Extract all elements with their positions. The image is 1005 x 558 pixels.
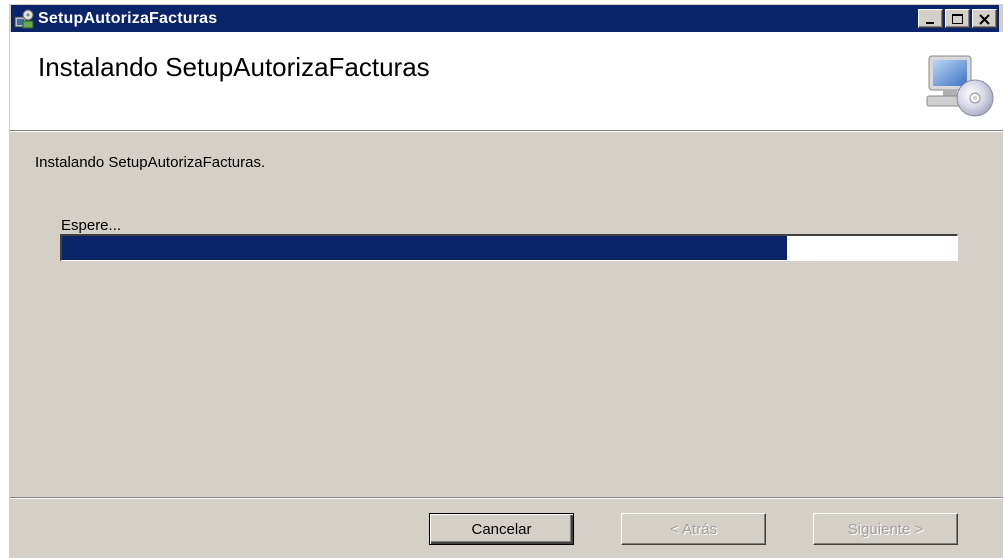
window-title: SetupAutorizaFacturas bbox=[38, 9, 218, 27]
page-title: Instalando SetupAutorizaFacturas bbox=[38, 52, 430, 82]
title-bar[interactable]: SetupAutorizaFacturas bbox=[11, 5, 999, 32]
maximize-icon bbox=[952, 14, 963, 24]
next-button[interactable]: Siguiente > bbox=[813, 513, 958, 545]
cancel-button[interactable]: Cancelar bbox=[429, 513, 574, 545]
header-divider bbox=[10, 131, 1003, 132]
window-controls bbox=[918, 9, 997, 28]
status-text: Instalando SetupAutorizaFacturas. bbox=[35, 154, 266, 171]
header-banner: Instalando SetupAutorizaFacturas bbox=[10, 32, 1003, 131]
wait-label: Espere... bbox=[61, 217, 122, 234]
installer-window: SetupAutorizaFacturas Instalando SetupAu… bbox=[8, 3, 1003, 558]
back-button[interactable]: < Atrás bbox=[621, 513, 766, 545]
maximize-button[interactable] bbox=[945, 9, 970, 28]
close-button[interactable] bbox=[972, 9, 997, 28]
minimize-icon bbox=[926, 22, 934, 24]
progress-bar bbox=[60, 234, 958, 261]
footer-divider-highlight bbox=[10, 498, 1003, 499]
minimize-button[interactable] bbox=[918, 9, 943, 28]
close-icon bbox=[979, 14, 990, 25]
installer-icon[interactable] bbox=[14, 9, 34, 29]
progress-bar-fill bbox=[62, 236, 787, 260]
computer-cd-icon bbox=[926, 55, 994, 117]
